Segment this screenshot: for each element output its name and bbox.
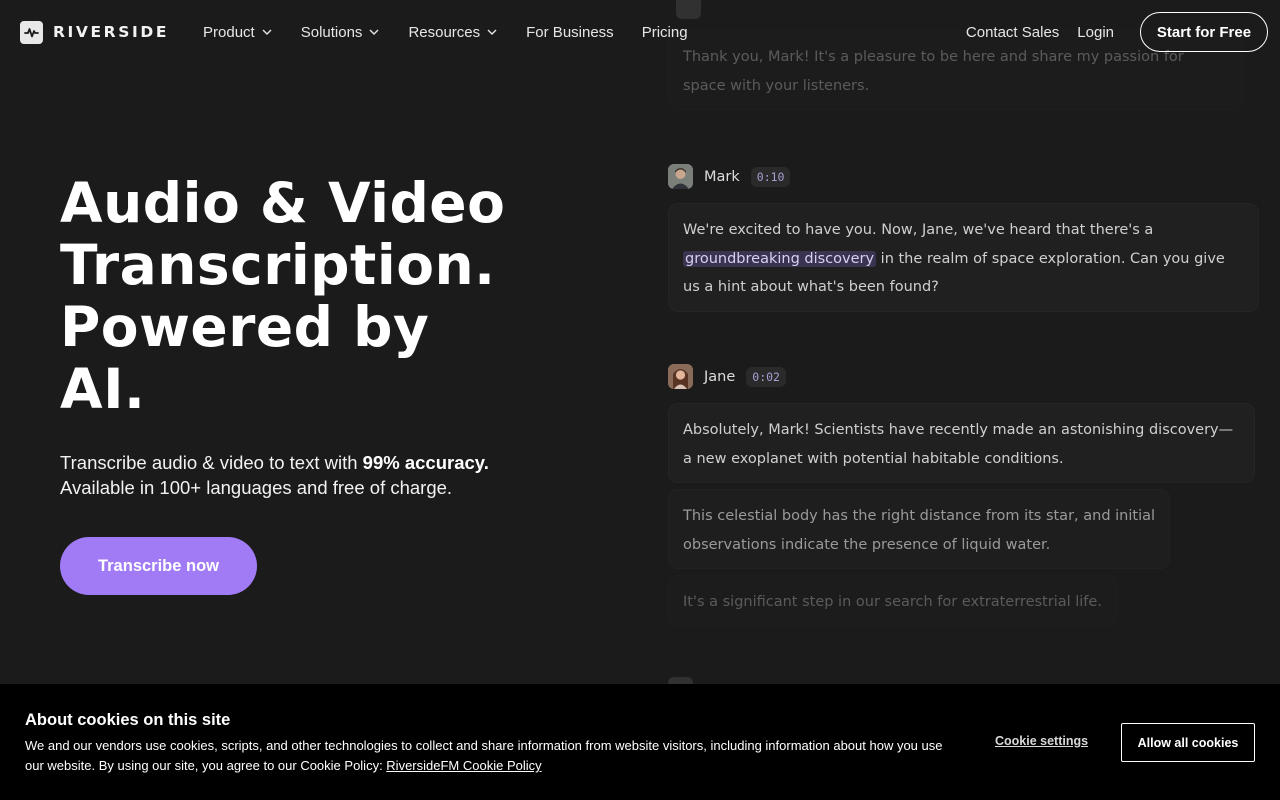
transcript-bubble-mark: We're excited to have you. Now, Jane, we…	[668, 203, 1259, 312]
cookie-policy-link[interactable]: RiversideFM Cookie Policy	[386, 758, 541, 773]
transcript-text: We're excited to have you. Now, Jane, we…	[683, 222, 1154, 238]
avatar	[668, 677, 693, 684]
nav-solutions-label: Solutions	[300, 23, 363, 41]
transcript-bubble-jane-3: It's a significant step in our search fo…	[668, 575, 1117, 626]
hero-title-line: Audio & Video	[60, 171, 506, 235]
transcript-bubble-jane-2: This celestial body has the right distan…	[668, 489, 1170, 569]
nav-right: Contact Sales Login Start for Free	[966, 12, 1268, 52]
hero-title-line: Powered by	[60, 295, 430, 359]
riverside-logo[interactable]: RIVERSIDE	[20, 20, 170, 44]
chevron-down-icon	[369, 29, 379, 35]
speaker-name: Jane	[704, 368, 736, 385]
nav-resources[interactable]: Resources	[408, 24, 498, 41]
nav-solutions[interactable]: Solutions	[301, 24, 381, 41]
hero-title-line: AI.	[60, 357, 146, 421]
top-nav: RIVERSIDE Product Solutions Resources Fo…	[0, 0, 1280, 64]
speaker-mark: Mark 0:10	[668, 164, 791, 189]
avatar-jane	[668, 364, 693, 389]
allow-all-cookies-button[interactable]: Allow all cookies	[1121, 723, 1255, 762]
nav-links: Product Solutions Resources For Business…	[203, 24, 688, 41]
nav-product-label: Product	[203, 23, 255, 41]
chevron-down-icon	[262, 29, 272, 35]
accuracy-highlight: 99% accuracy.	[362, 452, 489, 473]
logo-text: RIVERSIDE	[53, 23, 170, 41]
cookie-banner: About cookies on this site We and our ve…	[0, 684, 1280, 800]
hero-title-line: Transcription.	[60, 233, 496, 297]
logo-waveform-icon	[20, 20, 43, 44]
speaker-header	[668, 677, 693, 684]
nav-for-business[interactable]: For Business	[526, 24, 614, 41]
login-link[interactable]: Login	[1077, 24, 1114, 41]
speaker-name: Mark	[704, 168, 740, 185]
hero-subtitle-line2: Available in 100+ languages and free of …	[60, 477, 453, 498]
hero-section: Audio & Video Transcription. Powered by …	[60, 172, 580, 595]
nav-pricing[interactable]: Pricing	[642, 24, 688, 41]
start-for-free-button[interactable]: Start for Free	[1140, 12, 1268, 52]
nav-resources-label: Resources	[408, 23, 481, 41]
transcript-preview: Thank you, Mark! It's a pleasure to be h…	[668, 0, 1268, 684]
hero-title: Audio & Video Transcription. Powered by …	[60, 172, 580, 420]
timestamp-badge[interactable]: 0:10	[750, 166, 791, 187]
timestamp-badge[interactable]: 0:02	[746, 366, 786, 387]
contact-sales-link[interactable]: Contact Sales	[966, 24, 1059, 41]
nav-for-business-label: For Business	[526, 23, 614, 41]
transcript-bubble-jane-1: Absolutely, Mark! Scientists have recent…	[668, 403, 1255, 483]
nav-pricing-label: Pricing	[641, 23, 688, 41]
hero-subtitle: Transcribe audio & video to text with 99…	[60, 450, 500, 500]
transcribe-now-button[interactable]: Transcribe now	[60, 537, 257, 595]
speaker-jane: Jane 0:02	[668, 364, 786, 389]
highlighted-phrase[interactable]: groundbreaking discovery	[683, 250, 877, 267]
avatar-mark	[668, 164, 693, 189]
cookie-text: We and our vendors use cookies, scripts,…	[25, 736, 945, 776]
cookie-settings-button[interactable]: Cookie settings	[995, 734, 1088, 748]
nav-product[interactable]: Product	[203, 24, 273, 41]
cookie-title: About cookies on this site	[25, 711, 231, 729]
hero-subtitle-text: Transcribe audio & video to text with	[60, 452, 363, 473]
chevron-down-icon	[487, 29, 497, 35]
